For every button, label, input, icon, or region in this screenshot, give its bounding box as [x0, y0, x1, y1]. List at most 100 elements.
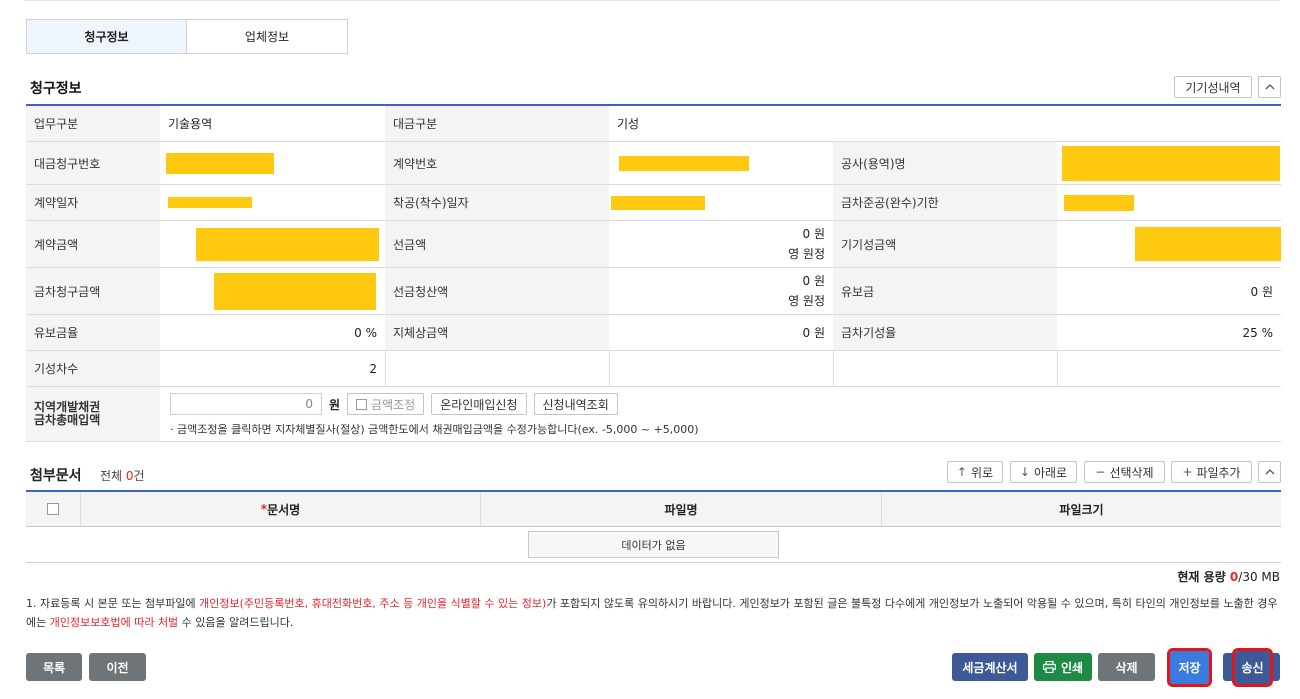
- value-contract-date: [160, 185, 385, 220]
- label-claim-number: 대금청구번호: [26, 142, 160, 184]
- redaction-mark: [1064, 194, 1134, 211]
- value-progress-rate: 25 %: [1242, 325, 1274, 340]
- value-claim-number: [160, 142, 385, 184]
- checkbox-icon: [356, 398, 368, 410]
- redaction-mark: [1135, 227, 1281, 261]
- advance-amount-words: 영 원정: [788, 247, 825, 261]
- label-business-type: 업무구분: [26, 106, 160, 141]
- regional-bond-controls: 원 금액조정 온라인매입신청 신청내역조회 · 금액조정을 클릭하면 지자체별질…: [160, 387, 1281, 441]
- value-retention-rate: 0 %: [354, 325, 377, 340]
- table-row: 계약금액 선금액 0 원 영 원정 기기성금액: [26, 221, 1281, 268]
- value-progress-count: 2: [369, 361, 377, 376]
- move-up-label: 위로: [970, 465, 994, 480]
- no-data-message: 데이터가 없음: [528, 531, 779, 558]
- label-advance-amount: 선금액: [385, 221, 609, 267]
- delete-selected-label: 선택삭제: [1109, 465, 1154, 480]
- previous-progress-button[interactable]: 기기성내역: [1174, 76, 1252, 98]
- value-payment-type: 기성: [617, 117, 640, 131]
- send-button[interactable]: 송신: [1232, 648, 1273, 687]
- online-purchase-button[interactable]: 온라인매입신청: [431, 393, 527, 415]
- value-contract-number: [609, 142, 833, 184]
- delete-button[interactable]: 삭제: [1098, 653, 1155, 681]
- label-advance-settlement: 선금청산액: [385, 268, 609, 314]
- value-completion-deadline: [1057, 185, 1281, 220]
- col-document-name-label: 문서명: [267, 502, 301, 517]
- application-history-button[interactable]: 신청내역조회: [533, 393, 618, 415]
- move-up-button[interactable]: ↑ 위로: [947, 461, 1003, 483]
- select-all-checkbox[interactable]: [47, 503, 59, 515]
- label-claim-amount: 금차청구금액: [26, 268, 160, 314]
- count-number: 0: [125, 469, 134, 483]
- print-label: 인쇄: [1060, 660, 1084, 675]
- count-prefix: 전체: [100, 469, 126, 483]
- value-business-type: 기술용역: [168, 117, 213, 131]
- add-file-label: 파일추가: [1196, 465, 1241, 480]
- advance-amount-number: 0 원: [802, 227, 826, 241]
- label-retention: 유보금: [833, 268, 1057, 314]
- value-start-date: [609, 185, 833, 220]
- label-project-name: 공사(용역)명: [833, 142, 1057, 184]
- label-progress-rate: 금차기성율: [833, 315, 1057, 350]
- collapse-billing-button[interactable]: [1258, 76, 1281, 98]
- count-suffix: 건: [133, 469, 145, 483]
- table-row: 업무구분 기술용역 대금구분 기성: [26, 106, 1281, 142]
- print-button[interactable]: 인쇄: [1034, 653, 1092, 681]
- bond-note: · 금액조정을 클릭하면 지자체별질사(절상) 금액한도에서 채권매입금액을 수…: [170, 423, 699, 436]
- attachments-bottom-line: [26, 562, 1281, 563]
- save-button[interactable]: 저장: [1167, 648, 1212, 687]
- value-advance-settlement: 0 원 영 원정: [609, 268, 833, 314]
- value-claim-amount: [160, 268, 385, 314]
- label-regional-bond: 지역개발채권 금차총매입액: [26, 387, 160, 441]
- attachments-table: * 문서명 파일명 파일크기: [26, 490, 1281, 527]
- tab-billing-info[interactable]: 청구정보: [26, 19, 187, 54]
- label-regional-bond-line2: 금차총매입액: [34, 413, 101, 427]
- table-row: 계약일자 착공(착수)일자 금차준공(완수)기한: [26, 185, 1281, 221]
- bond-amount-input[interactable]: [170, 393, 322, 415]
- table-row: 대금청구번호 계약번호 공사(용역)명: [26, 142, 1281, 185]
- move-down-button[interactable]: ↓ 아래로: [1010, 461, 1077, 483]
- section-title-billing: 청구정보: [30, 81, 82, 97]
- table-row: 금차청구금액 선금청산액 0 원 영 원정 유보금 0 원: [26, 268, 1281, 315]
- add-file-button[interactable]: + 파일추가: [1171, 461, 1252, 483]
- label-retention-rate: 유보금율: [26, 315, 160, 350]
- delete-selected-button[interactable]: − 선택삭제: [1084, 461, 1165, 483]
- table-row: 유보금율 0 % 지체상금액 0 원 금차기성율 25 %: [26, 315, 1281, 351]
- redaction-mark: [196, 227, 379, 261]
- label-progress-count: 기성차수: [26, 351, 160, 386]
- label-contract-number: 계약번호: [385, 142, 609, 184]
- empty-cell: [609, 351, 833, 386]
- col-file-size: 파일크기: [881, 492, 1281, 526]
- attachments-title: 첨부문서: [30, 468, 82, 484]
- list-button[interactable]: 목록: [26, 653, 82, 681]
- table-row: 기성차수 2: [26, 351, 1281, 387]
- previous-button[interactable]: 이전: [89, 653, 146, 681]
- redaction-mark: [611, 195, 705, 210]
- col-file-name: 파일명: [480, 492, 881, 526]
- collapse-attachments-button[interactable]: [1258, 461, 1281, 483]
- redaction-mark: [166, 152, 274, 174]
- printer-icon: [1042, 661, 1056, 673]
- redaction-mark: [619, 155, 749, 171]
- tax-invoice-button[interactable]: 세금계산서: [952, 653, 1028, 681]
- value-advance-amount: 0 원 영 원정: [609, 221, 833, 267]
- label-completion-deadline: 금차준공(완수)기한: [833, 185, 1057, 220]
- adjust-amount-checkbox[interactable]: 금액조정: [347, 393, 425, 415]
- label-contract-amount: 계약금액: [26, 221, 160, 267]
- label-payment-type: 대금구분: [385, 106, 609, 141]
- regional-bond-toolbar: 원 금액조정 온라인매입신청 신청내역조회: [170, 393, 1271, 415]
- tab-company-info[interactable]: 업체정보: [187, 19, 348, 54]
- label-start-date: 착공(착수)일자: [385, 185, 609, 220]
- adjust-amount-label: 금액조정: [371, 397, 416, 412]
- value-contract-amount: [160, 221, 385, 267]
- top-divider: [24, 0, 1280, 1]
- bond-unit-label: 원: [329, 397, 341, 412]
- chevron-up-icon: [1265, 84, 1274, 90]
- capacity-label: 현재 용량: [1177, 570, 1230, 584]
- plus-icon: +: [1182, 465, 1193, 479]
- col-document-name: * 문서명: [80, 492, 480, 526]
- attachments-header: * 문서명 파일명 파일크기: [26, 492, 1281, 527]
- value-project-name: [1057, 142, 1281, 184]
- label-delay-penalty: 지체상금액: [385, 315, 609, 350]
- value-delay-penalty: 0 원: [802, 326, 826, 340]
- notice-highlight: 개인정보(주민등록번호, 휴대전화번호, 주소 등 개인을 식별할 수 있는 정…: [199, 597, 547, 610]
